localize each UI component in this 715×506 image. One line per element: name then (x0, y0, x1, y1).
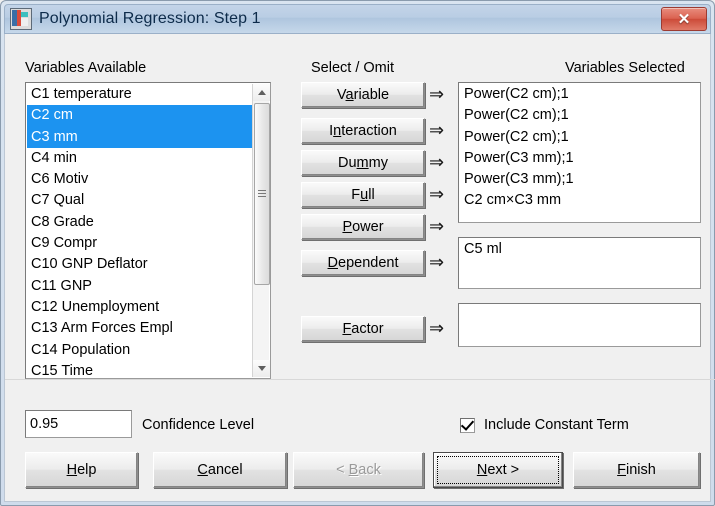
divider (5, 379, 715, 380)
arrow-right-icon: ⇒ (429, 216, 445, 236)
list-item[interactable]: Power(C2 cm);1 (460, 105, 699, 126)
scrollbar-thumb[interactable] (254, 103, 270, 285)
arrow-right-icon: ⇒ (429, 152, 445, 172)
list-item[interactable]: C3 mm (27, 126, 252, 148)
variables-available-label: Variables Available (25, 60, 147, 76)
full-button[interactable]: Full (301, 182, 425, 208)
checkbox-box[interactable] (460, 416, 475, 433)
dependent-items[interactable]: C5 ml (460, 239, 699, 287)
list-item[interactable]: C6 Motiv (27, 169, 252, 190)
include-constant-term-checkbox[interactable]: Include Constant Term (460, 416, 629, 433)
arrow-right-icon: ⇒ (429, 318, 445, 338)
button-label: Finish (617, 462, 656, 478)
button-label: Power (342, 219, 384, 235)
close-icon: ✕ (677, 10, 691, 28)
dialog-body: Variables Available Select / Omit Variab… (4, 34, 715, 502)
list-item[interactable]: C2 cm (27, 105, 252, 127)
button-label: Dependent (327, 255, 399, 271)
list-item[interactable]: C14 Population (27, 340, 252, 361)
factor-field[interactable] (458, 303, 701, 347)
footer-help-button[interactable]: Help (25, 452, 138, 488)
button-label: Help (66, 462, 97, 478)
confidence-level-label: Confidence Level (142, 417, 255, 433)
polynomial-regression-dialog: Polynomial Regression: Step 1 ✕ Variable… (0, 0, 715, 506)
assign-dependent-button[interactable]: Dependent (301, 250, 425, 276)
list-item[interactable]: C10 GNP Deflator (27, 254, 252, 275)
button-label: Cancel (197, 462, 243, 478)
button-label: Next > (476, 462, 520, 478)
footer-back-button: < Back (293, 452, 424, 488)
footer-cancel-button[interactable]: Cancel (153, 452, 287, 488)
factor-value[interactable] (460, 305, 699, 326)
dialog-window: Polynomial Regression: Step 1 ✕ Variable… (0, 0, 715, 506)
list-item[interactable]: C2 cm×C3 mm (460, 190, 699, 211)
list-item[interactable]: Power(C2 cm);1 (460, 84, 699, 105)
variables-available-listbox[interactable]: C1 temperature C2 cm C3 mm C4 min C6 Motiv C7… (25, 82, 271, 379)
list-item[interactable]: C8 Grade (27, 212, 252, 233)
arrow-right-icon: ⇒ (429, 120, 445, 140)
list-item[interactable]: C13 Arm Forces Empl (27, 318, 252, 339)
list-item[interactable]: C15 Time (27, 361, 252, 377)
list-item[interactable]: C4 min (27, 148, 252, 169)
button-label: Full (351, 187, 375, 203)
button-label: Interaction (329, 123, 397, 139)
list-item[interactable]: C12 Unemployment (27, 297, 252, 318)
dependent-value[interactable]: C5 ml (460, 239, 699, 260)
checkmark-icon (460, 416, 475, 431)
arrow-right-icon: ⇒ (429, 252, 445, 272)
assign-factor-button[interactable]: Factor (301, 316, 425, 342)
list-item[interactable]: C11 GNP (27, 276, 252, 297)
list-item[interactable]: C7 Qual (27, 190, 252, 211)
arrow-right-icon: ⇒ (429, 184, 445, 204)
available-scrollbar[interactable] (252, 84, 270, 377)
arrow-right-icon: ⇒ (429, 84, 445, 104)
button-label: Dummy (338, 155, 388, 171)
scroll-down-icon[interactable] (253, 360, 270, 377)
list-item[interactable]: Power(C2 cm);1 (460, 127, 699, 148)
variables-selected-listbox[interactable]: Power(C2 cm);1 Power(C2 cm);1 Power(C2 cm)… (458, 82, 701, 223)
button-label: < Back (336, 462, 381, 478)
scroll-up-icon[interactable] (253, 84, 270, 101)
list-item[interactable]: Power(C3 mm);1 (460, 169, 699, 190)
dependent-field[interactable]: C5 ml (458, 237, 701, 289)
scrollbar-grip-icon (258, 190, 266, 198)
power-button[interactable]: Power (301, 214, 425, 240)
close-button[interactable]: ✕ (661, 7, 707, 31)
list-item[interactable]: C1 temperature (27, 84, 252, 105)
list-item[interactable]: Power(C3 mm);1 (460, 148, 699, 169)
minitab-worksheet-icon (10, 8, 32, 30)
window-title: Polynomial Regression: Step 1 (39, 10, 261, 27)
available-items[interactable]: C1 temperature C2 cm C3 mm C4 min C6 Motiv C7… (27, 84, 252, 377)
button-label: Variable (336, 87, 390, 103)
footer-finish-button[interactable]: Finish (573, 452, 700, 488)
dummy-button[interactable]: Dummy (301, 150, 425, 176)
variables-selected-label: Variables Selected (565, 60, 685, 76)
include-constant-term-label: Include Constant Term (484, 417, 629, 433)
button-label: Factor (342, 321, 384, 337)
list-item[interactable]: C9 Compr (27, 233, 252, 254)
footer-next-button[interactable]: Next > (433, 452, 563, 488)
variable-button[interactable]: Variable (301, 82, 425, 108)
select-omit-label: Select / Omit (311, 60, 394, 76)
confidence-level-input[interactable] (25, 410, 132, 438)
factor-items[interactable] (460, 305, 699, 345)
interaction-button[interactable]: Interaction (301, 118, 425, 144)
title-bar[interactable]: Polynomial Regression: Step 1 ✕ (4, 4, 711, 34)
selected-items[interactable]: Power(C2 cm);1 Power(C2 cm);1 Power(C2 cm)… (460, 84, 699, 221)
